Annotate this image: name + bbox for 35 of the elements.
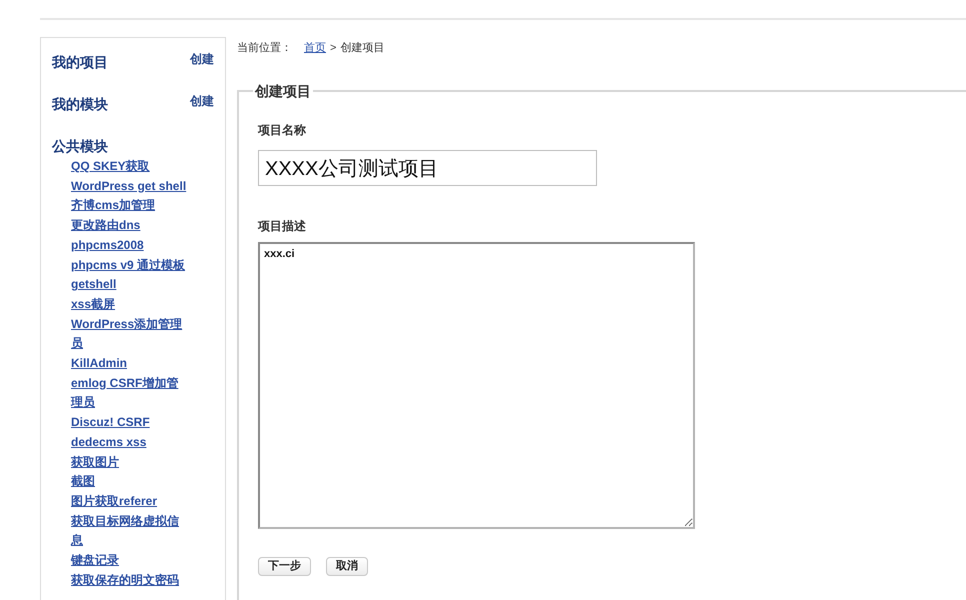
current-page-label: 创建项目 xyxy=(340,41,384,55)
module-link[interactable]: 获取图片 xyxy=(71,452,119,472)
create-link[interactable]: 创建 xyxy=(190,52,214,66)
module-link[interactable]: 齐博cms加管理 xyxy=(71,196,156,216)
section-heading: 公共模块 xyxy=(52,137,108,156)
module-link[interactable]: getshell xyxy=(71,275,116,295)
breadcrumb-separator: > xyxy=(330,41,336,55)
location-label: 当前位置： xyxy=(237,41,292,55)
create-link[interactable]: 创建 xyxy=(190,94,214,108)
module-link[interactable]: Discuz! CSRF xyxy=(71,413,150,433)
module-link[interactable]: 获取目标网络虚拟信息 xyxy=(71,512,188,552)
module-link[interactable]: 获取保存的明文密码 xyxy=(71,570,179,590)
form-title: 创建项目 xyxy=(254,82,312,101)
module-link[interactable]: WordPress get shell xyxy=(71,176,186,196)
section-heading: 我的项目 xyxy=(52,53,108,72)
module-link[interactable]: WordPress添加管理员 xyxy=(71,314,188,354)
description-field[interactable]: xxx.ci xyxy=(258,242,695,529)
field-label: 项目名称 xyxy=(258,122,306,138)
module-link[interactable]: xss截屏 xyxy=(71,294,116,315)
field-label: 项目描述 xyxy=(258,218,306,234)
module-link[interactable]: dedecms xss xyxy=(71,432,146,453)
cancel-button[interactable]: 取消 xyxy=(326,557,368,576)
module-link[interactable]: phpcms v9 通过模板 xyxy=(71,256,186,276)
section-heading: 我的模块 xyxy=(52,95,108,114)
module-link[interactable]: emlog CSRF增加管理员 xyxy=(71,374,188,414)
module-link[interactable]: KillAdmin xyxy=(71,354,127,374)
module-link[interactable]: phpcms2008 xyxy=(71,236,144,256)
name-field[interactable]: XXXX公司测试项目 xyxy=(258,150,597,186)
module-link[interactable]: QQ SKEY获取 xyxy=(71,157,150,177)
next-button[interactable]: 下一步 xyxy=(258,557,311,576)
home-link[interactable]: 首页 xyxy=(304,41,326,55)
module-link[interactable]: 截图 xyxy=(71,472,95,492)
module-link[interactable]: 图片获取referer xyxy=(71,492,158,512)
module-link[interactable]: 键盘记录 xyxy=(71,551,119,571)
module-link[interactable]: 更改路由dns xyxy=(71,216,140,236)
